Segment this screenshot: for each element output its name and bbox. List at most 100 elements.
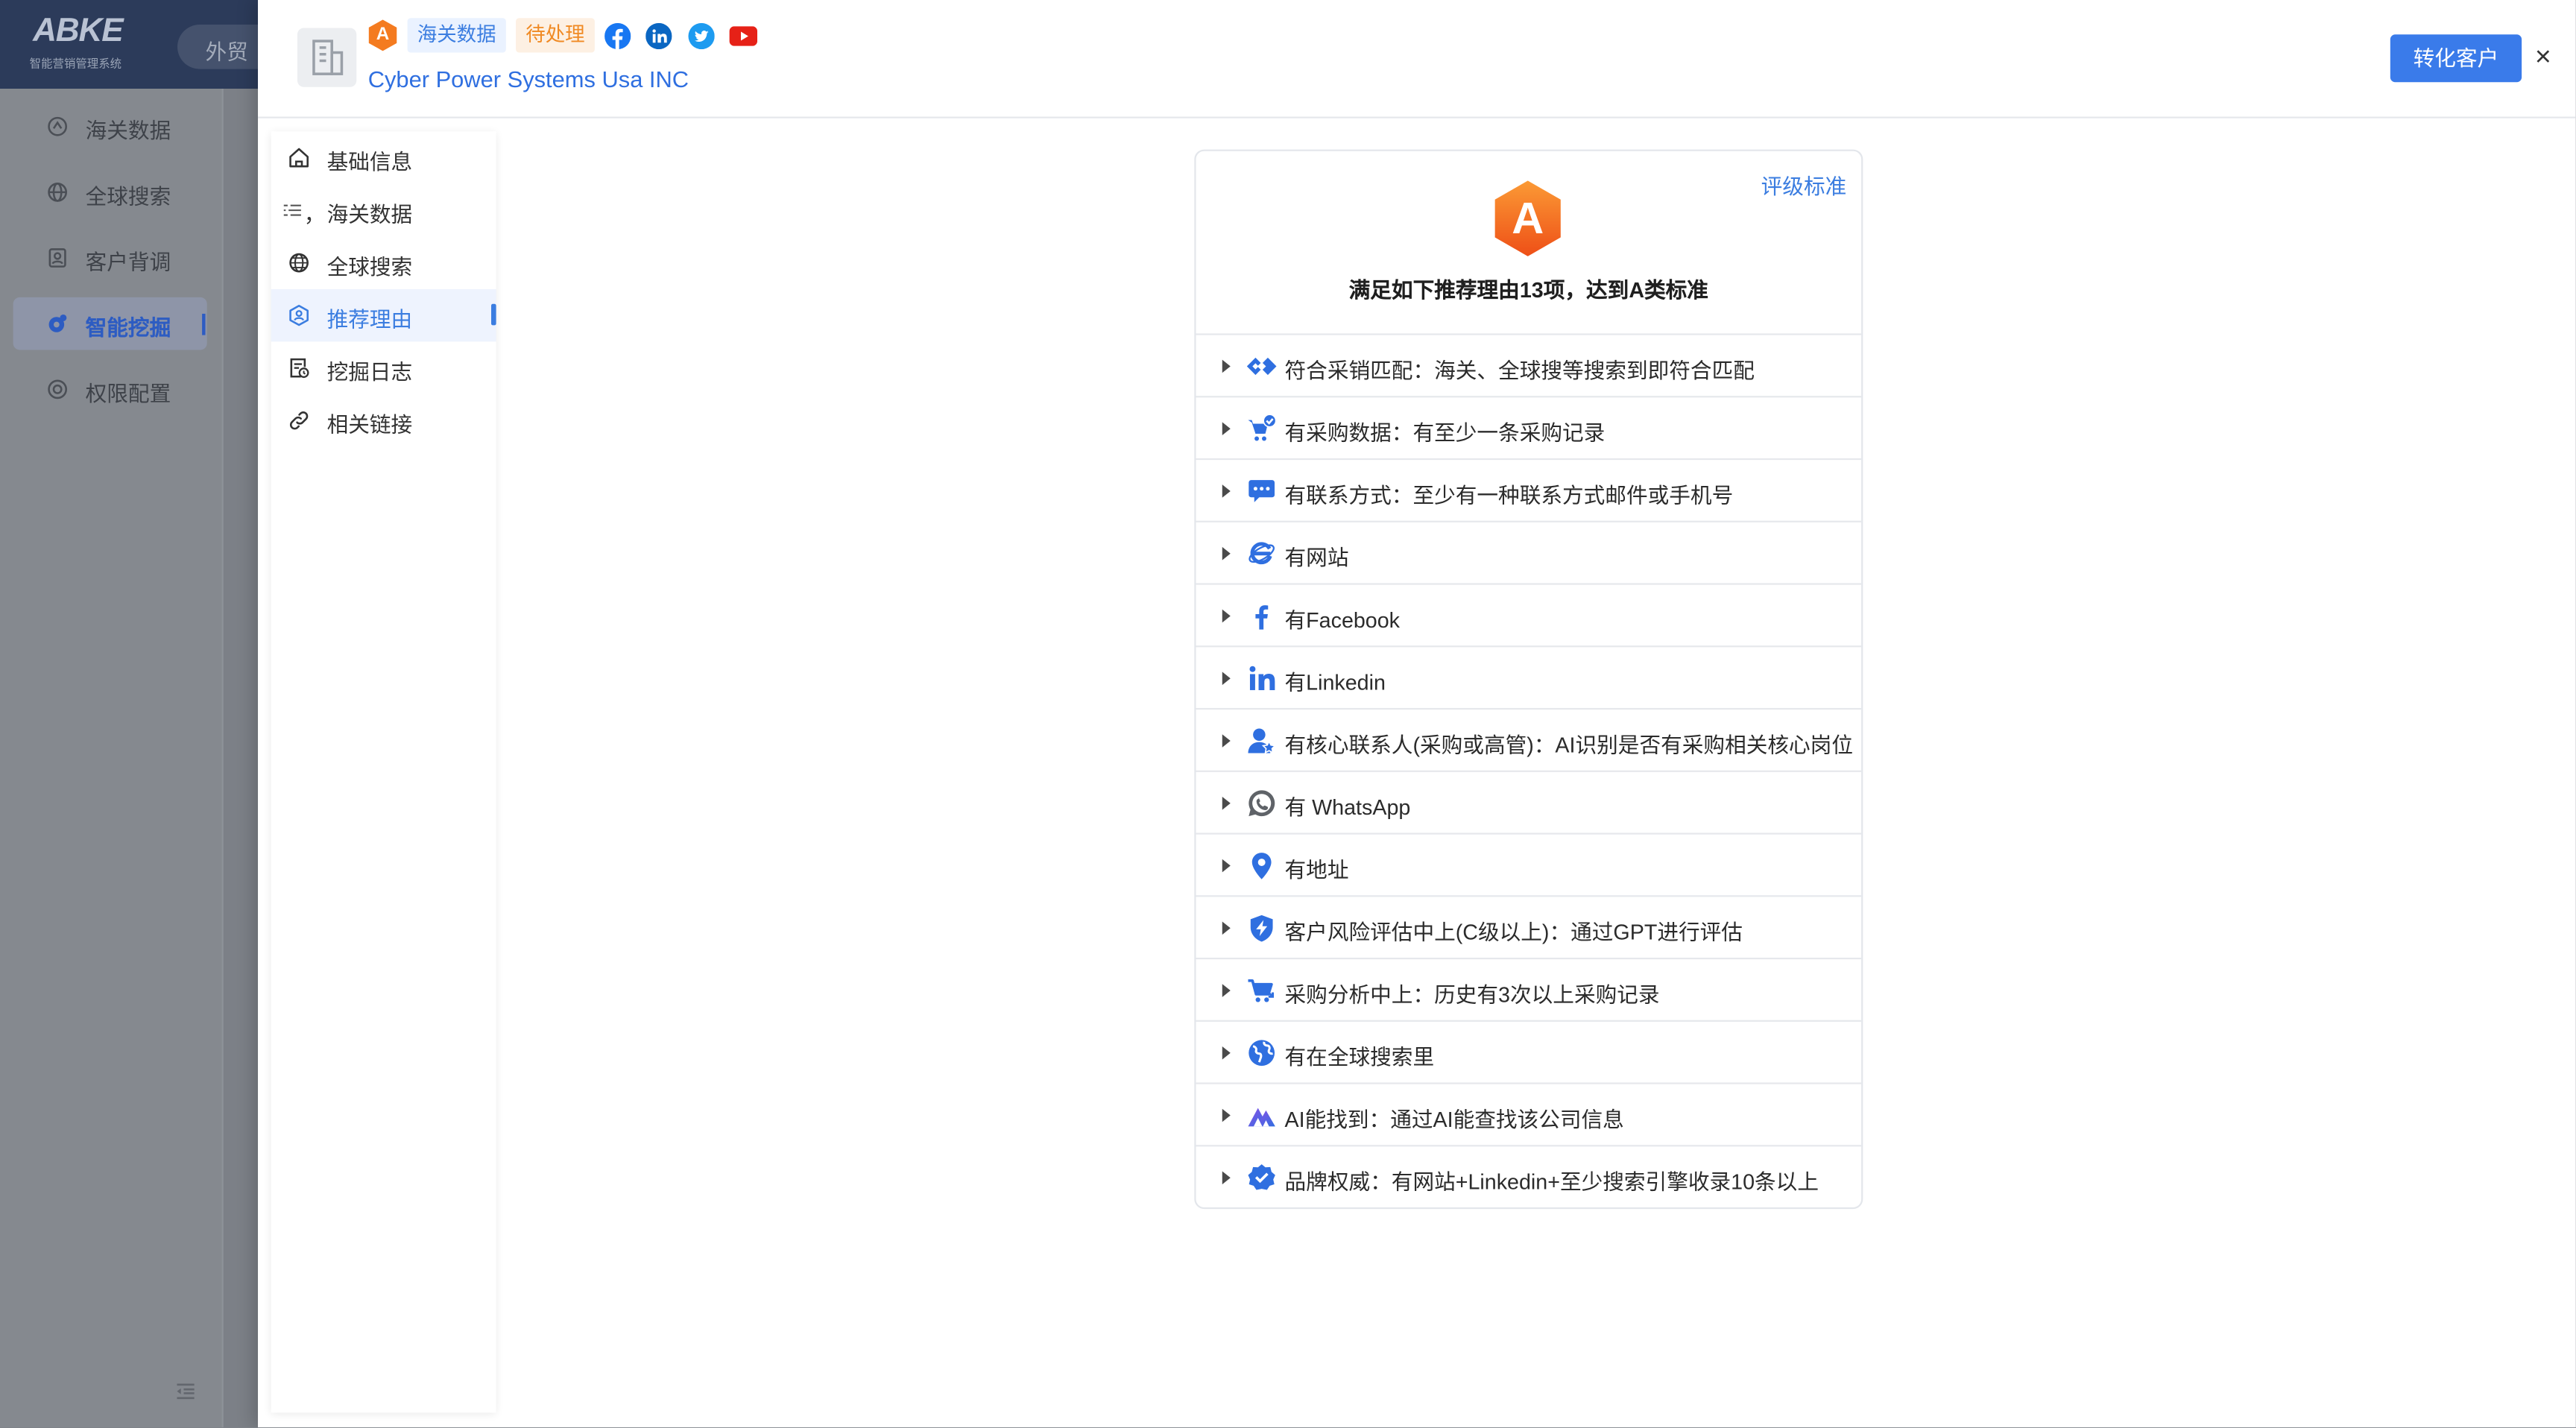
reason-row[interactable]: AI能找到：通过AI能查找该公司信息 <box>1196 1082 1862 1145</box>
expand-caret-icon[interactable] <box>1222 796 1231 810</box>
reason-text: 有核心联系人(采购或高管)：AI识别是否有采购相关核心岗位 <box>1284 732 1854 758</box>
twitter-icon[interactable] <box>688 22 715 50</box>
linkedin-icon[interactable] <box>645 22 672 50</box>
expand-caret-icon[interactable] <box>1222 672 1231 686</box>
location-icon <box>1247 851 1277 881</box>
active-indicator <box>202 313 206 335</box>
sidebar-item-background-check[interactable]: 客户背调 <box>13 232 207 285</box>
reason-text: 有地址 <box>1284 857 1349 882</box>
customs-icon <box>46 115 69 138</box>
nav-item-recommend-reasons[interactable]: 推荐理由 <box>271 288 496 342</box>
reason-row[interactable]: 有地址 <box>1196 833 1862 895</box>
nav-item-basic-info[interactable]: 基础信息 <box>271 131 496 184</box>
nav-item-label: 推荐理由 <box>326 307 413 332</box>
sidebar-item-customs[interactable]: 海关数据 <box>13 100 207 153</box>
app-main-area <box>221 89 260 1428</box>
facebook-icon[interactable] <box>604 22 631 50</box>
reason-row[interactable]: 有 WhatsApp <box>1196 770 1862 833</box>
nav-item-customs-data[interactable]: ， 海关数据 <box>271 184 496 237</box>
reason-text: 品牌权威：有网站+Linkedin+至少搜索引擎收录10条以上 <box>1284 1169 1819 1195</box>
drawer-header: A 海关数据 待处理 Cyber Power Systems Usa INC 转… <box>258 0 2576 119</box>
cart-check-icon <box>1247 414 1277 443</box>
home-icon <box>288 146 311 169</box>
facebook-icon <box>1247 601 1277 631</box>
reason-text: 有 WhatsApp <box>1284 794 1411 820</box>
expand-caret-icon[interactable] <box>1222 1108 1231 1122</box>
expand-caret-icon[interactable] <box>1222 1171 1231 1185</box>
brand-authority-icon <box>1247 1163 1277 1192</box>
global-search-icon <box>1247 1038 1277 1068</box>
reason-row[interactable]: 有Linkedin <box>1196 645 1862 708</box>
reason-text: 有在全球搜索里 <box>1284 1044 1435 1070</box>
reason-text: 符合采销匹配：海关、全球搜等搜索到即符合匹配 <box>1284 358 1755 383</box>
reason-row[interactable]: 品牌权威：有网站+Linkedin+至少搜索引擎收录10条以上 <box>1196 1145 1862 1207</box>
close-icon[interactable]: × <box>2531 41 2554 74</box>
sidebar-item-label: 全球搜索 <box>85 183 171 209</box>
profile-icon <box>46 247 69 270</box>
nav-item-related-links[interactable]: 相关链接 <box>271 394 496 447</box>
reason-text: 有联系方式：至少有一种联系方式邮件或手机号 <box>1284 482 1734 508</box>
nav-item-global-search[interactable]: 全球搜索 <box>271 236 496 289</box>
expand-caret-icon[interactable] <box>1222 546 1231 560</box>
reason-row[interactable]: 采购分析中上：历史有3次以上采购记录 <box>1196 957 1862 1020</box>
expand-caret-icon[interactable] <box>1222 359 1231 373</box>
reason-text: 有Linkedin <box>1284 670 1386 695</box>
convert-customer-button[interactable]: 转化客户 <box>2390 34 2522 83</box>
logo-text: ABKE <box>33 13 124 50</box>
building-icon <box>312 40 344 75</box>
reason-text: AI能找到：通过AI能查找该公司信息 <box>1284 1107 1624 1132</box>
reason-row[interactable]: 有在全球搜索里 <box>1196 1020 1862 1083</box>
expand-caret-icon[interactable] <box>1222 859 1231 873</box>
collapse-menu-icon[interactable] <box>174 1380 198 1403</box>
expand-caret-icon[interactable] <box>1222 484 1231 498</box>
nav-item-mining-log[interactable]: 挖掘日志 <box>271 341 496 394</box>
globe-icon <box>46 180 69 203</box>
expand-caret-icon[interactable] <box>1222 1046 1231 1060</box>
log-icon <box>288 356 311 379</box>
app-sidebar: 海关数据 全球搜索 客户背调 智能挖掘 权限配置 <box>0 89 222 1428</box>
youtube-icon[interactable] <box>729 26 758 46</box>
sidebar-item-label: 客户背调 <box>85 250 171 275</box>
recommend-icon <box>288 304 311 327</box>
recommendation-card: 评级标准 A 满足如下推荐理由13项，达到A类标准 符合采销匹配：海关、全球搜等… <box>1194 149 1863 1210</box>
expand-caret-icon[interactable] <box>1222 984 1231 997</box>
sidebar-item-smart-mining[interactable]: 智能挖掘 <box>13 297 207 350</box>
purchase-analysis-icon <box>1247 976 1277 1005</box>
nav-item-prefix: ， <box>303 202 326 227</box>
expand-caret-icon[interactable] <box>1222 921 1231 935</box>
match-icon <box>1246 352 1277 382</box>
reason-row[interactable]: 有联系方式：至少有一种联系方式邮件或手机号 <box>1196 458 1862 521</box>
reason-text: 有采购数据：有至少一条采购记录 <box>1284 420 1606 446</box>
grade-badge-large: A <box>1493 180 1562 256</box>
active-indicator <box>490 303 496 326</box>
company-name[interactable]: Cyber Power Systems Usa INC <box>368 66 689 92</box>
top-tab-label: 外贸 <box>205 39 248 64</box>
reason-row[interactable]: 有Facebook <box>1196 583 1862 645</box>
sidebar-item-label: 权限配置 <box>85 381 171 406</box>
reason-row[interactable]: 客户风险评估中上(C级以上)：通过GPT进行评估 <box>1196 895 1862 958</box>
rating-criteria-link[interactable]: 评级标准 <box>1761 169 1847 200</box>
grade-letter: A <box>1512 194 1544 244</box>
link-icon <box>288 409 311 432</box>
grade-badge: A <box>368 19 398 51</box>
expand-caret-icon[interactable] <box>1222 734 1231 748</box>
drawer-nav: 基础信息 ， 海关数据 全球搜索 推荐理由 挖掘日志 相关链接 <box>271 131 496 1413</box>
reason-row[interactable]: 有网站 <box>1196 520 1862 584</box>
nav-item-label: 海关数据 <box>326 202 413 227</box>
mining-icon <box>46 312 69 335</box>
nav-item-label: 挖掘日志 <box>326 359 413 385</box>
ai-icon <box>1247 1101 1277 1131</box>
nav-item-label: 相关链接 <box>326 412 413 437</box>
reason-row[interactable]: 有采购数据：有至少一条采购记录 <box>1196 396 1862 458</box>
reason-row[interactable]: 符合采销匹配：海关、全球搜等搜索到即符合匹配 <box>1196 333 1862 396</box>
reason-row[interactable]: 有核心联系人(采购或高管)：AI识别是否有采购相关核心岗位 <box>1196 707 1862 771</box>
reason-text: 客户风险评估中上(C级以上)：通过GPT进行评估 <box>1284 920 1743 945</box>
summary-text: 满足如下推荐理由13项，达到A类标准 <box>1348 277 1708 303</box>
sidebar-item-label: 海关数据 <box>85 118 171 143</box>
expand-caret-icon[interactable] <box>1222 422 1231 436</box>
expand-caret-icon[interactable] <box>1222 609 1231 623</box>
logo-subtitle: 智能营销管理系统 <box>29 59 122 71</box>
tag-customs-data: 海关数据 <box>407 18 506 53</box>
sidebar-item-global-search[interactable]: 全球搜索 <box>13 166 207 219</box>
sidebar-item-permissions[interactable]: 权限配置 <box>13 363 207 416</box>
